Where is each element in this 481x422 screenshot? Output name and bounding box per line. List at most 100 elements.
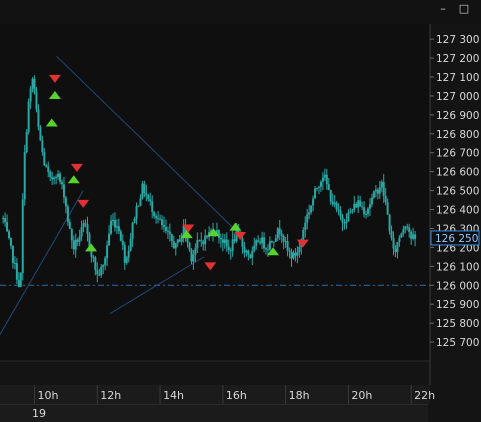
candle-body xyxy=(35,92,38,110)
candle-body xyxy=(386,202,389,215)
y-tick-label: 125 800 xyxy=(436,318,479,330)
candle-body xyxy=(263,237,266,249)
y-tick-label: 126 000 xyxy=(436,280,479,292)
candle-body xyxy=(149,199,152,202)
candle-body xyxy=(23,152,26,200)
candle-body xyxy=(204,235,207,245)
y-tick-label: 126 100 xyxy=(436,261,479,273)
candle-body xyxy=(4,218,7,223)
candle-body xyxy=(227,246,230,251)
candle-body xyxy=(378,187,381,194)
candle-body xyxy=(410,231,413,239)
candle-body xyxy=(51,177,54,180)
candle-body xyxy=(64,197,67,207)
candle-body xyxy=(135,206,138,219)
candle-body xyxy=(335,202,338,210)
candle-body xyxy=(13,263,16,265)
y-tick-label: 126 900 xyxy=(436,110,479,122)
candle-body xyxy=(106,245,109,259)
candle-body xyxy=(282,235,285,242)
candle-body xyxy=(92,256,95,258)
current-price-label: 126 250 xyxy=(435,233,478,245)
y-tick-label: 125 900 xyxy=(436,299,479,311)
candle-body xyxy=(182,225,185,235)
candle-body xyxy=(345,221,348,223)
candle-body xyxy=(70,229,73,241)
candle-body xyxy=(388,214,391,232)
candle-body xyxy=(372,191,375,198)
x-tick-label: 10h xyxy=(38,389,59,402)
candle-body xyxy=(223,239,226,243)
candle-body xyxy=(53,177,56,180)
candle-body xyxy=(294,252,297,256)
candle-body xyxy=(21,199,24,274)
price-axis[interactable]: 127 300 127 200 127 100 127 000 126 900 126 8… xyxy=(430,34,480,349)
candle-body xyxy=(253,245,256,251)
candle-body xyxy=(153,211,156,216)
time-axis[interactable]: 10h 12h 14h 16h 18h 20h 22h xyxy=(0,385,435,404)
candle-body xyxy=(349,211,352,213)
candle-body xyxy=(178,239,181,242)
candle-body xyxy=(111,219,114,221)
candle-body xyxy=(157,218,160,220)
candle-body xyxy=(392,237,395,249)
candle-body xyxy=(59,173,62,182)
candle-body xyxy=(190,249,193,262)
candle-body xyxy=(319,181,322,187)
candle-body xyxy=(308,212,311,215)
candle-body xyxy=(361,206,364,208)
candle-body xyxy=(117,226,120,232)
y-tick-label: 127 000 xyxy=(436,91,479,103)
candle-body xyxy=(27,101,30,132)
candle-body xyxy=(127,250,130,258)
candle-body xyxy=(147,195,150,200)
candle-body xyxy=(394,248,397,253)
y-tick-label: 127 200 xyxy=(436,53,479,65)
candle-body xyxy=(196,240,199,249)
candle-body xyxy=(321,177,324,182)
candle-body xyxy=(108,233,111,246)
candle-body xyxy=(278,228,281,234)
x-tick-label: 14h xyxy=(163,389,184,402)
candle-body xyxy=(115,226,118,228)
candle-body xyxy=(270,241,273,243)
candle-body xyxy=(323,174,326,178)
candle-body xyxy=(353,203,356,211)
candle-body xyxy=(162,224,165,228)
candle-body xyxy=(113,219,116,228)
candle-body xyxy=(86,224,89,234)
candle-body xyxy=(131,222,134,239)
candle-body xyxy=(96,270,99,275)
candle-body xyxy=(292,252,295,259)
candle-body xyxy=(202,241,205,245)
candle-body xyxy=(68,221,71,230)
candle-body xyxy=(100,266,103,276)
candle-body xyxy=(347,212,350,222)
candle-body xyxy=(2,218,5,220)
candle-body xyxy=(62,184,65,198)
candle-body xyxy=(367,208,370,214)
price-chart[interactable]: 127 300 127 200 127 100 127 000 126 900 126 8… xyxy=(0,0,481,421)
candle-body xyxy=(94,257,97,271)
x-tick-label: 20h xyxy=(351,389,372,402)
candle-body xyxy=(180,234,183,242)
y-tick-label: 126 400 xyxy=(436,205,479,217)
candle-body xyxy=(37,109,40,128)
candle-body xyxy=(194,248,197,255)
date-label: 19 xyxy=(32,407,46,420)
candle-body xyxy=(302,229,305,240)
candle-body xyxy=(374,189,377,192)
candle-body xyxy=(31,78,34,89)
candle-body xyxy=(325,174,328,185)
y-tick-label: 125 700 xyxy=(436,337,479,349)
candle-body xyxy=(408,227,411,232)
x-tick-label: 22h xyxy=(414,389,435,402)
candle-body xyxy=(370,197,373,205)
candle-body xyxy=(74,239,77,250)
candle-body xyxy=(298,246,301,253)
candle-body xyxy=(110,220,113,234)
candle-body xyxy=(317,186,320,188)
candle-body xyxy=(396,242,399,253)
candle-body xyxy=(47,166,50,172)
candle-body xyxy=(19,273,22,287)
